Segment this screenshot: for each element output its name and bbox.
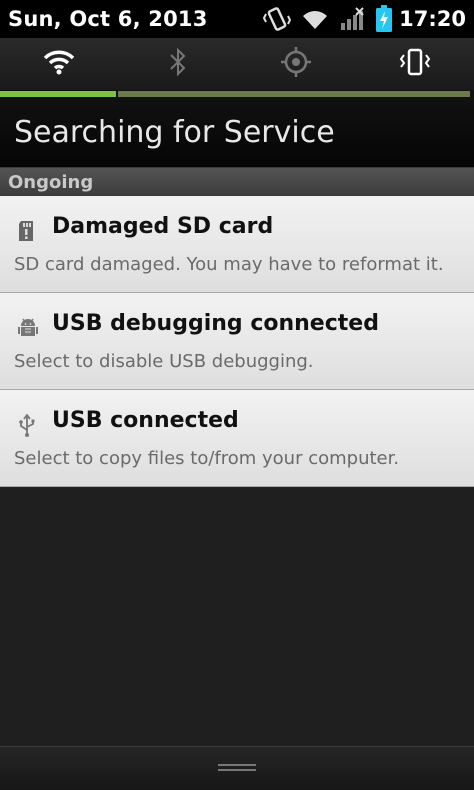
- notification-text: Select to copy files to/from your comput…: [14, 448, 400, 469]
- carrier-label: Searching for Service: [14, 115, 335, 150]
- notification-title: USB connected: [52, 408, 239, 433]
- status-time: 17:20: [399, 7, 466, 31]
- notification-title: USB debugging connected: [52, 311, 379, 336]
- section-label: Ongoing: [8, 171, 94, 193]
- usb-icon: [17, 413, 37, 437]
- status-bar: Sun, Oct 6, 2013 17:20: [0, 0, 474, 38]
- indicator-off: [118, 91, 470, 97]
- battery-charging-icon: [375, 5, 393, 33]
- sd-card-icon: [17, 220, 37, 242]
- notification-item-usb-connected[interactable]: USB connected Select to copy files to/fr…: [0, 390, 474, 487]
- gps-toggle-icon: [280, 46, 312, 82]
- bluetooth-toggle[interactable]: [119, 38, 238, 90]
- toggle-indicators: [0, 90, 474, 98]
- wifi-indicator-on: [0, 91, 116, 97]
- android-debug-icon: [17, 317, 38, 339]
- wifi-icon: [301, 8, 329, 30]
- bluetooth-toggle-icon: [168, 47, 188, 81]
- sound-toggle[interactable]: [356, 38, 474, 90]
- notification-list: Damaged SD card SD card damaged. You may…: [0, 196, 474, 487]
- vibrate-icon: [263, 6, 292, 32]
- drag-handle-icon: [218, 759, 256, 778]
- wifi-toggle[interactable]: [0, 38, 119, 90]
- quick-toggles: [0, 38, 474, 90]
- notification-item-sd-card[interactable]: Damaged SD card SD card damaged. You may…: [0, 196, 474, 293]
- section-header: Ongoing: [0, 168, 474, 196]
- no-signal-icon: [339, 7, 365, 31]
- status-date: Sun, Oct 6, 2013: [8, 7, 208, 31]
- notification-text: Select to disable USB debugging.: [14, 351, 314, 372]
- status-icons: [263, 5, 393, 33]
- sound-vibrate-toggle-icon: [398, 48, 432, 80]
- notification-text: SD card damaged. You may have to reforma…: [14, 254, 444, 275]
- gps-toggle[interactable]: [237, 38, 356, 90]
- wifi-toggle-icon: [42, 49, 76, 79]
- carrier-bar: Searching for Service: [0, 98, 474, 168]
- close-handle[interactable]: [0, 746, 474, 790]
- notification-title: Damaged SD card: [52, 214, 274, 239]
- notification-item-usb-debugging[interactable]: USB debugging connected Select to disabl…: [0, 293, 474, 390]
